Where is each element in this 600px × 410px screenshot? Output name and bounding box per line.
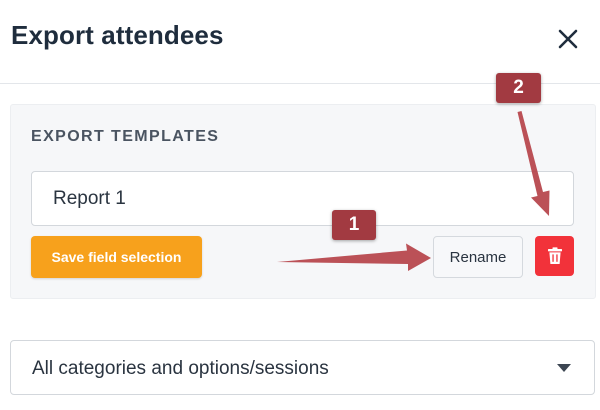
dialog-header: Export attendees [0,0,600,84]
template-name-input[interactable] [31,171,574,226]
section-label: EXPORT TEMPLATES [31,128,220,145]
close-icon[interactable] [555,26,581,52]
save-field-selection-button[interactable]: Save field selection [31,236,202,278]
dropdown-selected-value: All categories and options/sessions [32,358,329,379]
annotation-badge-2: 2 [496,73,541,103]
dialog-title: Export attendees [11,20,224,50]
rename-button[interactable]: Rename [433,236,523,278]
trash-icon [547,247,562,264]
caret-down-icon [557,364,571,372]
category-filter-dropdown[interactable]: All categories and options/sessions [10,340,595,395]
annotation-badge-1: 1 [332,210,376,240]
delete-template-button[interactable] [535,236,574,276]
